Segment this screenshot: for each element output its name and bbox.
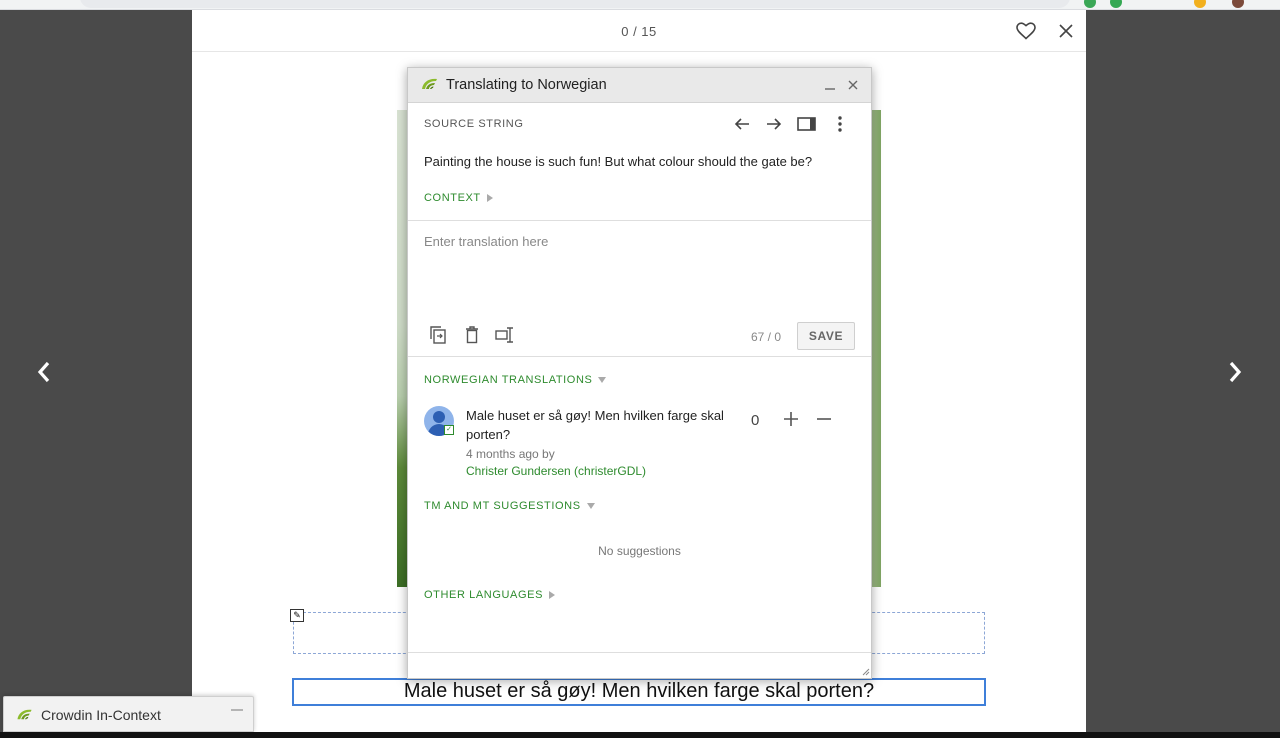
translation-timestamp: 4 months ago by (466, 447, 555, 461)
triangle-down-icon (586, 503, 595, 510)
browser-chrome-strip (0, 0, 1280, 10)
reader-header: 0 / 15 (192, 10, 1086, 52)
translation-dialog: Translating to Norwegian SOURCE STRING P… (407, 67, 872, 679)
extension-icon[interactable] (1084, 0, 1096, 8)
context-toggle[interactable]: CONTEXT (424, 192, 493, 204)
chevron-left-icon[interactable] (30, 358, 58, 386)
avatar-head (433, 411, 445, 423)
triangle-right-icon (549, 591, 556, 600)
vote-count: 0 (751, 412, 760, 429)
crowdin-in-context-bar[interactable]: Crowdin In-Context (3, 696, 254, 732)
divider (408, 652, 871, 653)
save-button[interactable]: SAVE (797, 322, 855, 350)
crowdin-logo-icon (422, 78, 437, 89)
context-label: CONTEXT (424, 192, 481, 204)
plus-icon[interactable] (782, 410, 800, 428)
other-languages-toggle[interactable]: OTHER LANGUAGES (424, 589, 556, 601)
proofreader-badge-icon: ✓ (444, 425, 454, 435)
text-cursor-icon[interactable] (495, 325, 515, 345)
translations-label: NORWEGIAN TRANSLATIONS (424, 374, 593, 386)
triangle-down-icon (598, 377, 607, 384)
panel-layout-icon[interactable] (797, 114, 817, 134)
minus-icon[interactable] (815, 410, 833, 428)
extension-icon[interactable] (1110, 0, 1122, 8)
bottom-bar (0, 732, 1280, 738)
minimize-icon[interactable] (230, 705, 244, 715)
chevron-right-icon[interactable] (1221, 358, 1249, 386)
copy-source-icon[interactable] (428, 325, 448, 345)
translated-caption: Male huset er så gøy! Men hvilken farge … (403, 680, 875, 702)
crowdin-logo-icon (17, 709, 32, 720)
translation-author-link[interactable]: Christer Gundersen (christerGDL) (466, 464, 646, 478)
character-count: 67 / 0 (751, 330, 782, 344)
suggested-translation-text[interactable]: Male huset er så gøy! Men hvilken farge … (466, 406, 726, 444)
triangle-right-icon (486, 194, 493, 203)
arrow-left-icon[interactable] (732, 114, 752, 134)
translation-input[interactable] (418, 228, 860, 318)
trash-icon[interactable] (462, 325, 482, 345)
source-string-text: Painting the house is such fun! But what… (424, 154, 813, 169)
heart-icon[interactable] (1015, 21, 1037, 41)
illustration-edge (871, 110, 881, 587)
edit-icon[interactable]: ✎ (290, 609, 304, 622)
dialog-title: Translating to Norwegian (446, 77, 607, 93)
other-languages-label: OTHER LANGUAGES (424, 589, 544, 601)
address-bar[interactable] (80, 0, 1070, 8)
in-context-label: Crowdin In-Context (41, 707, 161, 723)
close-icon[interactable] (1056, 21, 1076, 41)
profile-avatar[interactable] (1232, 0, 1244, 8)
translations-toggle[interactable]: NORWEGIAN TRANSLATIONS (424, 374, 607, 386)
close-icon[interactable] (846, 78, 860, 92)
suggestions-toggle[interactable]: TM AND MT SUGGESTIONS (424, 500, 595, 512)
page-counter: 0 / 15 (621, 24, 657, 39)
source-string-label: SOURCE STRING (424, 118, 524, 130)
no-suggestions-text: No suggestions (598, 544, 681, 558)
resize-handle-icon[interactable] (860, 666, 870, 676)
divider (408, 220, 871, 221)
arrow-right-icon[interactable] (764, 114, 784, 134)
extension-icon[interactable] (1194, 0, 1206, 8)
dialog-titlebar[interactable]: Translating to Norwegian (408, 68, 871, 103)
more-vertical-icon[interactable] (830, 114, 850, 134)
minimize-icon[interactable] (822, 77, 838, 93)
suggestions-label: TM AND MT SUGGESTIONS (424, 500, 581, 512)
divider (408, 356, 871, 357)
